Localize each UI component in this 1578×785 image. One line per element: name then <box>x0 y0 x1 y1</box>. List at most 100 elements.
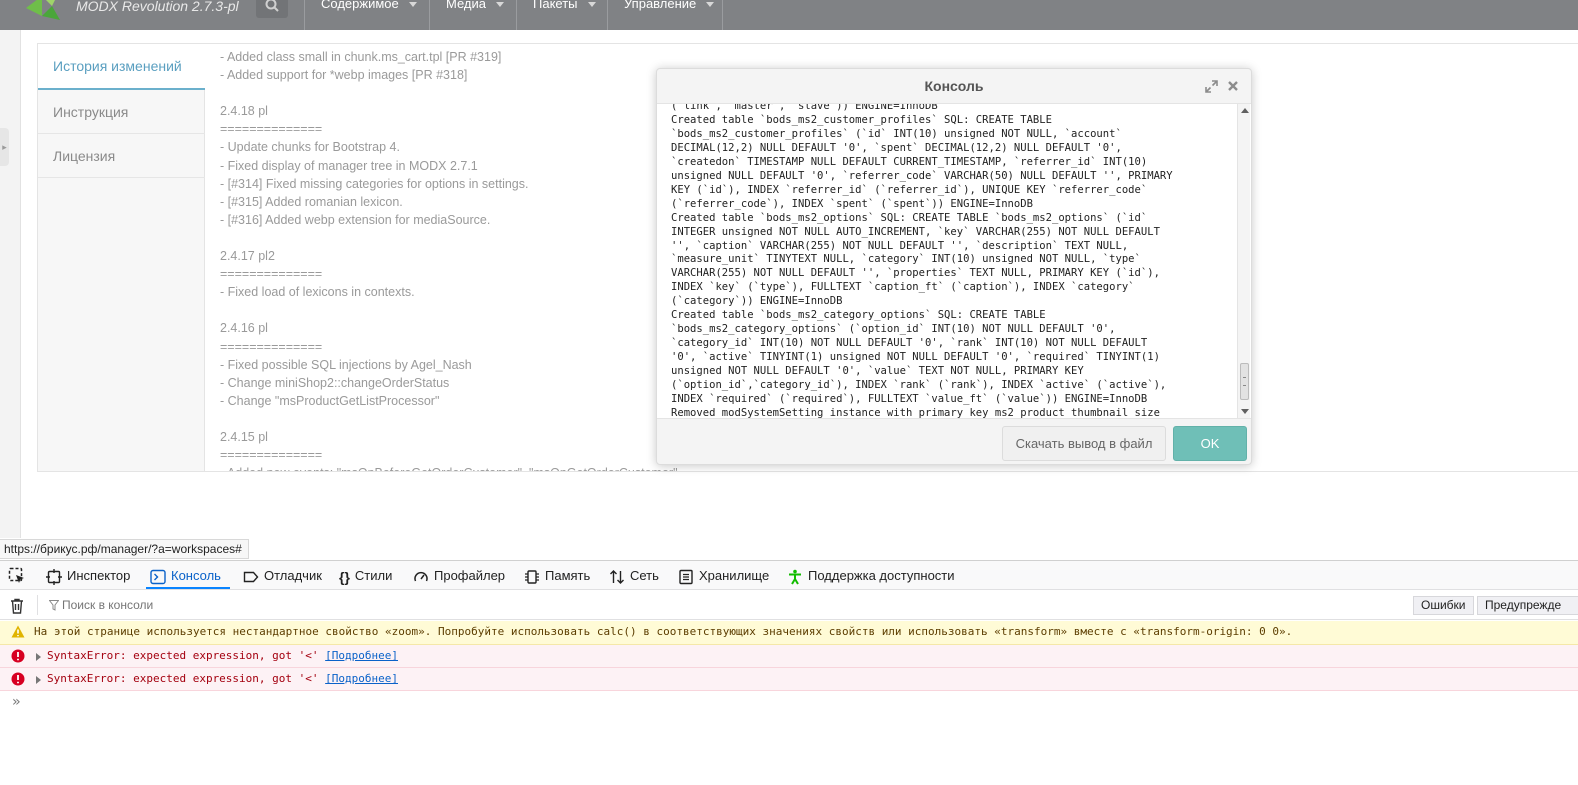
search-button[interactable] <box>256 0 288 18</box>
console-line: `measure_unit` TINYTEXT NULL, `category`… <box>671 253 1141 266</box>
trash-icon[interactable] <box>10 598 24 614</box>
changelog-line: - Change "msProductGetListProcessor" <box>220 393 440 408</box>
nav-packages[interactable]: Пакеты <box>516 0 608 30</box>
console-filter-input[interactable] <box>46 596 1386 614</box>
style-editor-icon: {} <box>339 568 350 585</box>
console-line: unsigned NOT NULL DEFAULT '0', `value` T… <box>671 365 1084 378</box>
scroll-up-arrow-icon[interactable] <box>1241 108 1249 113</box>
changelog-line: ============== <box>220 339 323 354</box>
modx-logo-icon[interactable] <box>22 0 64 22</box>
filter-warnings-button[interactable]: Предупрежде <box>1477 596 1578 615</box>
console-scrollbar[interactable] <box>1237 104 1250 418</box>
console-line: Created table `bods_ms2_options` SQL: CR… <box>671 211 1148 224</box>
console-line: INDEX `key` (`type`), FULLTEXT `caption_… <box>671 281 1135 294</box>
error-message: SyntaxError: expected expression, got '<… <box>47 645 398 667</box>
changelog-line: ============== <box>220 267 323 282</box>
console-line: '0', `active` TINYINT(1) unsigned NOT NU… <box>671 351 1160 364</box>
debugger-icon <box>243 571 259 582</box>
devtools-tab-styles[interactable]: {} Стили <box>339 561 392 590</box>
devtools-panel: Инспектор Консоль Отладчик {} Стили Профа… <box>0 560 1578 785</box>
console-line: INDEX `required` (`required`), FULLTEXT … <box>671 393 1148 406</box>
devtools-tab-inspector[interactable]: Инспектор <box>46 561 130 590</box>
console-filter-bar: Ошибки Предупрежде <box>0 590 1578 620</box>
nav-content-label: Содержимое <box>321 0 399 11</box>
devtools-tab-network[interactable]: Сеть <box>609 561 659 590</box>
devtools-tab-label: Профайлер <box>434 568 506 583</box>
changelog-line: 2.4.18 pl <box>220 104 268 119</box>
nav-content[interactable]: Содержимое <box>304 0 430 30</box>
chevron-down-icon <box>496 2 504 8</box>
console-line: DECIMAL(12,2) NULL DEFAULT '0', `spent` … <box>671 141 1122 154</box>
console-warning-row: На этой странице используется нестандарт… <box>0 621 1578 645</box>
changelog-line <box>220 301 690 319</box>
chevron-down-icon <box>706 2 715 8</box>
storage-icon <box>679 569 693 584</box>
network-icon <box>610 569 624 584</box>
devtools-tab-debugger[interactable]: Отладчик <box>243 561 322 590</box>
maximize-icon[interactable] <box>1205 80 1218 93</box>
tab-readme[interactable]: Инструкция <box>38 90 205 134</box>
download-output-button[interactable]: Скачать вывод в файл <box>1002 426 1166 461</box>
changelog-line <box>220 84 690 102</box>
console-line: (`link`, `master`, `slave`)) ENGINE=Inno… <box>671 103 938 112</box>
nav-manage-label: Управление <box>624 0 697 11</box>
warning-icon <box>11 625 25 638</box>
devtools-toolbar: Инспектор Консоль Отладчик {} Стили Профа… <box>0 561 1578 590</box>
devtools-tab-label: Поддержка доступности <box>808 568 955 583</box>
learn-more-link[interactable]: [Подробнее] <box>325 672 398 685</box>
devtools-tab-label: Стили <box>354 568 393 583</box>
chevron-down-icon <box>408 2 417 8</box>
scrollbar-thumb[interactable] <box>1240 363 1249 400</box>
close-icon[interactable] <box>1227 80 1239 92</box>
devtools-tab-label: Сеть <box>630 568 659 583</box>
top-bar: MODX Revolution 2.7.3-pl Содержимое Меди… <box>0 0 1578 30</box>
error-icon <box>11 649 25 663</box>
console-line: '', `caption` VARCHAR(255) NOT NULL DEFA… <box>671 239 1129 252</box>
dialog-title: Консоль <box>924 78 984 94</box>
chevron-down-icon <box>587 2 596 8</box>
devtools-tab-accessibility[interactable]: Поддержка доступности <box>787 561 955 590</box>
changelog-line: - Fixed load of lexicons in contexts. <box>220 285 415 300</box>
tab-license[interactable]: Лицензия <box>38 134 205 178</box>
learn-more-link[interactable]: [Подробнее] <box>325 649 398 662</box>
tree-collapse-gutter: ▸ <box>0 30 21 538</box>
status-url: https://брикус.рф/manager/?a=workspaces# <box>0 539 249 559</box>
console-output[interactable]: (`link`, `master`, `slave`)) ENGINE=Inno… <box>657 103 1251 419</box>
inspector-icon <box>46 568 62 585</box>
console-dialog: Консоль (`link`, `master`, `slave`)) ENG… <box>656 68 1252 465</box>
devtools-tab-storage[interactable]: Хранилище <box>678 561 769 590</box>
app-brand: MODX Revolution 2.7.3-pl <box>76 0 239 14</box>
filter-errors-button[interactable]: Ошибки <box>1413 596 1474 615</box>
changelog-line: 2.4.17 pl2 <box>220 249 275 264</box>
expand-tree-handle[interactable]: ▸ <box>0 128 9 166</box>
console-line: `createdon` TIMESTAMP NULL DEFAULT CURRE… <box>671 155 1148 168</box>
nav-manage[interactable]: Управление <box>607 0 723 30</box>
expand-arrow-icon[interactable] <box>36 653 41 661</box>
devtools-tab-label: Хранилище <box>699 568 770 583</box>
performance-icon <box>414 571 428 581</box>
console-line: VARCHAR(255) NOT NULL DEFAULT '', `prope… <box>671 267 1160 280</box>
changelog-line: - [#314] Fixed missing categories for op… <box>220 176 529 191</box>
changelog-line: - [#315] Added romanian lexicon. <box>220 194 403 209</box>
tab-changelog[interactable]: История изменений <box>38 44 205 90</box>
search-icon <box>265 0 279 12</box>
devtools-tab-label: Память <box>545 568 591 583</box>
console-line: `bods_ms2_customer_profiles` (`id` INT(1… <box>671 127 1122 140</box>
console-input-prompt[interactable]: » <box>12 694 20 710</box>
changelog-line: 2.4.16 pl <box>220 321 268 336</box>
devtools-tab-label: Консоль <box>171 568 221 583</box>
console-line: (`option_id`,`category_id`), INDEX `rank… <box>671 379 1167 392</box>
console-line: (`referrer_code`), INDEX `spent` (`spent… <box>671 197 1033 210</box>
nav-media[interactable]: Медиа <box>429 0 517 30</box>
devtools-tab-profiler[interactable]: Профайлер <box>413 561 505 590</box>
expand-arrow-icon[interactable] <box>36 676 41 684</box>
element-picker-icon[interactable] <box>8 567 26 585</box>
devtools-tab-console[interactable]: Консоль <box>150 561 221 590</box>
changelog-line <box>220 410 690 428</box>
scroll-down-arrow-icon[interactable] <box>1241 409 1249 414</box>
nav-media-label: Медиа <box>446 0 486 11</box>
devtools-tab-memory[interactable]: Память <box>524 561 590 590</box>
console-line: Created table `bods_ms2_customer_profile… <box>671 113 1052 126</box>
changelog-line: - [#316] Added webp extension for mediaS… <box>220 212 491 227</box>
ok-button[interactable]: OK <box>1173 426 1247 461</box>
